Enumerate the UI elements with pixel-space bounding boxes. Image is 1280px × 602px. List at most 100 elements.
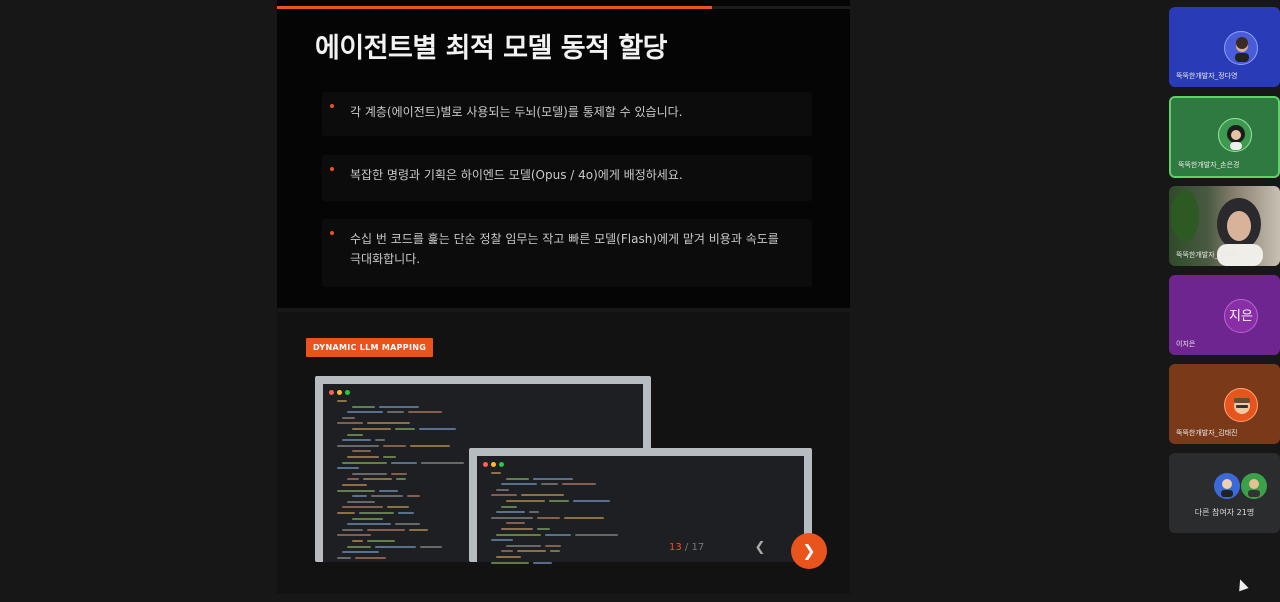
bullet-text: 복잡한 명령과 기획은 하이엔드 모델(Opus / 4o)에게 배정하세요. (350, 168, 683, 182)
bullet-card: 복잡한 명령과 기획은 하이엔드 모델(Opus / 4o)에게 배정하세요. (322, 155, 812, 201)
other-participant-avatar-icon (1214, 473, 1240, 499)
next-slide-button[interactable]: ❯ (791, 533, 827, 569)
code-line (408, 411, 442, 414)
bullet-text: 수십 번 코드를 훑는 단순 정찰 임무는 작고 빠른 모델(Flash)에게 … (350, 232, 779, 266)
code-line (395, 428, 415, 430)
code-line (337, 400, 347, 402)
window-close-dot-icon (483, 462, 488, 467)
code-line (391, 461, 417, 464)
code-line (409, 528, 428, 531)
code-line (573, 500, 610, 502)
code-line (337, 444, 379, 447)
code-line (407, 495, 420, 498)
code-line (347, 456, 379, 458)
code-line (395, 523, 420, 526)
participant-avatar (1224, 31, 1258, 65)
bullet-card: 수십 번 코드를 훑는 단순 정찰 임무는 작고 빠른 모델(Flash)에게 … (322, 219, 812, 287)
code-line (352, 540, 363, 542)
code-line (506, 477, 529, 480)
other-participant-avatar-icon (1241, 473, 1267, 499)
code-line (491, 516, 533, 519)
user-avatar-icon (1234, 398, 1250, 414)
participant-avatar (1224, 388, 1258, 422)
code-line (506, 544, 541, 547)
code-line (337, 489, 375, 492)
code-line (352, 472, 387, 475)
code-line (355, 556, 386, 559)
code-line (537, 528, 550, 530)
code-line (342, 506, 383, 509)
code-line (533, 477, 573, 480)
window-maximize-dot-icon (345, 390, 350, 395)
prev-slide-button[interactable]: ❮ (752, 540, 768, 556)
slide-upper-panel: 에이전트별 최적 모델 동적 할당 각 계층(에이전트)별로 사용되는 두뇌(모… (277, 0, 850, 308)
bullet-dot-icon (330, 104, 334, 108)
code-line (562, 483, 596, 486)
section-badge: DYNAMIC LLM MAPPING (306, 338, 434, 357)
participant-tile[interactable]: 뚝뚝한개발자_정다영 (1169, 7, 1280, 87)
code-line (419, 428, 456, 430)
code-line (517, 550, 546, 553)
code-line (342, 484, 367, 486)
code-line (342, 416, 355, 419)
code-line (541, 483, 558, 486)
code-line (537, 516, 560, 519)
code-line (550, 550, 560, 553)
code-line (337, 534, 371, 537)
user-avatar-icon (1235, 37, 1249, 62)
participant-name: 이지은 (1176, 340, 1196, 348)
participant-tile[interactable]: 뚝뚝한개발자_김태진 (1169, 364, 1280, 444)
chevron-left-icon: ❮ (754, 540, 766, 555)
user-avatar-icon (1227, 125, 1245, 150)
participant-tile-video[interactable]: 뚝뚝한개발자_이지민 (1169, 186, 1280, 266)
code-line (352, 428, 391, 430)
code-line (347, 500, 375, 503)
code-line (347, 545, 371, 548)
code-line (391, 472, 407, 475)
code-line (371, 495, 403, 498)
total-pages: 17 (691, 542, 705, 553)
code-line (347, 478, 359, 481)
code-line (337, 556, 351, 559)
bullet-card: 각 계층(에이전트)별로 사용되는 두뇌(모델)를 통제할 수 있습니다. (322, 92, 812, 136)
window-close-dot-icon (329, 390, 334, 395)
code-line (575, 533, 618, 536)
code-line (352, 450, 371, 453)
code-line (496, 533, 541, 536)
code-line (496, 556, 521, 558)
code-line (501, 528, 533, 530)
bullet-dot-icon (330, 231, 334, 235)
bullet-text: 각 계층(에이전트)별로 사용되는 두뇌(모델)를 통제할 수 있습니다. (350, 105, 683, 119)
window-maximize-dot-icon (499, 462, 504, 467)
code-line (496, 511, 525, 514)
code-line (506, 500, 545, 502)
code-line (398, 512, 414, 514)
participant-name: 뚝뚝한개발자_김태진 (1176, 429, 1238, 437)
participant-initials: 지은 (1224, 299, 1258, 333)
code-line (359, 512, 394, 514)
chevron-right-icon: ❯ (802, 541, 816, 560)
code-line (347, 411, 383, 414)
code-line (383, 456, 396, 458)
other-participants-tile[interactable]: 다른 참여자 21명 (1169, 453, 1280, 533)
window-minimize-dot-icon (337, 390, 342, 395)
participant-tile-active-speaker[interactable]: 뚝뚝한개발자_손은경 (1169, 96, 1280, 178)
code-line (347, 523, 391, 526)
code-line (379, 405, 419, 408)
other-participants-count: 다른 참여자 21명 (1194, 508, 1255, 517)
code-line (367, 422, 410, 425)
code-line (367, 528, 405, 531)
code-line (337, 467, 359, 470)
participant-avatar (1218, 118, 1252, 152)
code-line (420, 545, 442, 548)
code-line (342, 528, 363, 531)
code-line (533, 561, 552, 564)
code-line (375, 545, 416, 548)
code-line (387, 506, 409, 509)
code-line (337, 422, 363, 425)
code-line (491, 539, 513, 542)
participant-tile[interactable]: 지은 이지은 (1169, 275, 1280, 355)
code-line (352, 405, 375, 408)
code-line (352, 517, 383, 520)
code-line (501, 550, 513, 553)
